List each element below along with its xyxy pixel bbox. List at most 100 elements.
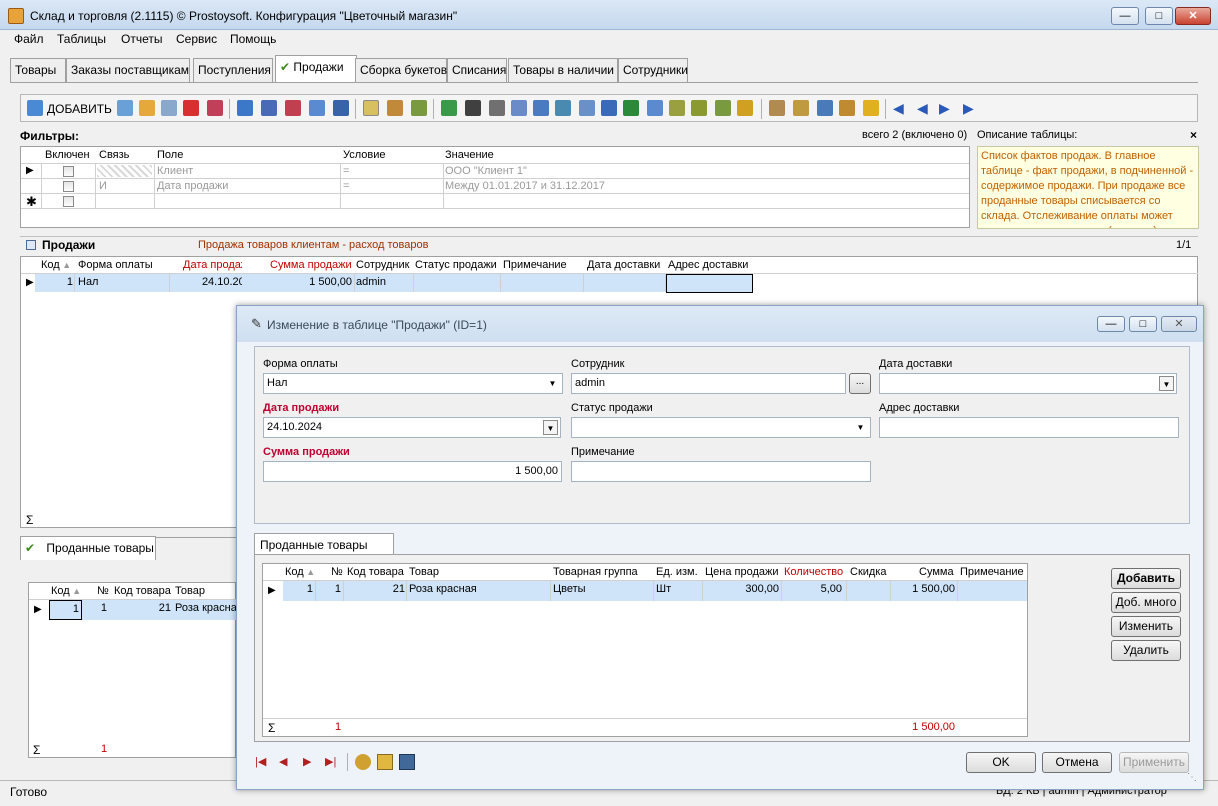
address-field[interactable] (879, 417, 1179, 438)
next-record-icon[interactable]: ▶ (939, 100, 955, 116)
tab-supplier-orders[interactable]: Заказы поставщикам (66, 58, 190, 82)
filter-icon[interactable] (237, 100, 253, 116)
close-icon[interactable]: × (1190, 128, 1197, 142)
chart-icon[interactable] (737, 100, 753, 116)
filter-condition[interactable]: = (343, 180, 349, 192)
tab-employees[interactable]: Сотрудники (618, 58, 688, 82)
table-icon[interactable] (817, 100, 833, 116)
sort-icon[interactable] (769, 100, 785, 116)
properties-icon[interactable] (377, 754, 393, 770)
export-xml-icon[interactable] (579, 100, 595, 116)
add-many-button[interactable]: Доб. много (1111, 592, 1181, 613)
menu-tables[interactable]: Таблицы (57, 32, 106, 46)
menu-help[interactable]: Помощь (230, 32, 276, 46)
filter-enabled-checkbox[interactable] (63, 166, 74, 177)
dialog-maximize-button[interactable]: □ (1129, 316, 1157, 332)
employee-field[interactable]: admin (571, 373, 846, 394)
dlg-price[interactable]: 300,00 (705, 583, 779, 595)
payment-select[interactable]: Нал ▼ (263, 373, 563, 394)
dlg-item[interactable]: Роза красная (409, 583, 477, 595)
tab-stock[interactable]: Товары в наличии (508, 58, 618, 82)
sales-sum[interactable]: 1 500,00 (258, 276, 352, 288)
edit-icon[interactable] (139, 100, 155, 116)
find-icon[interactable] (465, 100, 481, 116)
add-copy-icon[interactable] (117, 100, 133, 116)
tab-dialog-sold-goods[interactable]: Проданные товары (1/1) (254, 533, 394, 566)
goods-num[interactable]: 1 (91, 602, 107, 614)
close-button[interactable]: ✕ (1175, 7, 1211, 25)
add-row-button[interactable]: Добавить (1111, 568, 1181, 589)
group-icon[interactable] (387, 100, 403, 116)
xls-icon[interactable] (715, 100, 731, 116)
word-icon[interactable] (601, 100, 617, 116)
sql-icon[interactable] (411, 100, 427, 116)
tab-writeoffs[interactable]: Списания (447, 58, 507, 82)
prev-record-icon[interactable]: ◀ (917, 100, 933, 116)
tab-sold-goods[interactable]: ✔ Проданные товары (20, 536, 156, 560)
filter-delete-icon[interactable] (285, 100, 301, 116)
dbf-icon[interactable] (691, 100, 707, 116)
collapse-icon[interactable] (26, 240, 36, 250)
filter-clear-icon[interactable] (261, 100, 277, 116)
employee-lookup-button[interactable]: ... (849, 373, 871, 394)
note-field[interactable] (571, 461, 871, 482)
filter-toggle-icon[interactable] (363, 100, 379, 116)
apply-button[interactable]: Применить (1119, 752, 1189, 773)
columns-icon[interactable] (839, 100, 855, 116)
dialog-close-button[interactable]: ✕ (1161, 316, 1197, 332)
prev-record-icon[interactable]: ◀ (279, 755, 287, 768)
delivery-date-field[interactable]: ▼ (879, 373, 1177, 394)
first-record-icon[interactable]: ◀ (893, 100, 909, 116)
goods-code[interactable]: 1 (49, 600, 82, 620)
copy-icon[interactable] (161, 100, 177, 116)
tab-bouquets[interactable]: Сборка букетов (355, 58, 447, 82)
tab-sales[interactable]: ✔ Продажи (275, 55, 357, 82)
sales-code[interactable]: 1 (41, 276, 73, 288)
menu-file[interactable]: Файл (14, 32, 44, 46)
export-icon[interactable] (533, 100, 549, 116)
menu-service[interactable]: Сервис (176, 32, 217, 46)
dlg-unit[interactable]: Шт (656, 583, 671, 595)
filter-link[interactable]: И (99, 180, 107, 192)
lightning-icon[interactable] (863, 100, 879, 116)
calc-icon[interactable] (355, 754, 371, 770)
print-icon[interactable] (489, 100, 505, 116)
maximize-button[interactable]: □ (1145, 7, 1173, 25)
delivery-address-cell[interactable] (666, 274, 753, 293)
sales-employee[interactable]: admin (356, 276, 386, 288)
tab-receipts[interactable]: Поступления (193, 58, 273, 82)
filter-field[interactable]: Клиент (157, 165, 193, 177)
filter-enabled-checkbox[interactable] (63, 181, 74, 192)
sales-payment[interactable]: Нал (78, 276, 98, 288)
refresh-icon[interactable] (441, 100, 457, 116)
print-form-icon[interactable] (399, 754, 415, 770)
dialog-minimize-button[interactable]: — (1097, 316, 1125, 332)
excel-icon[interactable] (623, 100, 639, 116)
filter-add-icon[interactable] (309, 100, 325, 116)
next-record-icon[interactable]: ▶ (303, 755, 311, 768)
sale-date-field[interactable]: 24.10.2024 ▼ (263, 417, 561, 438)
report-icon[interactable] (793, 100, 809, 116)
first-record-icon[interactable]: |◀ (255, 755, 266, 768)
goods-item[interactable]: Роза красная (175, 602, 237, 614)
filter-value[interactable]: ООО "Клиент 1" (445, 165, 527, 177)
dlg-sum[interactable]: 1 500,00 (893, 583, 955, 595)
dlg-code[interactable]: 1 (283, 583, 313, 595)
edit-row-button[interactable]: Изменить (1111, 616, 1181, 637)
ok-button[interactable]: OK (966, 752, 1036, 773)
dlg-item-code[interactable]: 21 (347, 583, 405, 595)
filter-field[interactable]: Дата продажи (157, 180, 228, 192)
delete-row-button[interactable]: Удалить (1111, 640, 1181, 661)
sum-field[interactable]: 1 500,00 (263, 461, 562, 482)
import-icon[interactable] (647, 100, 663, 116)
cancel-button[interactable]: Отмена (1042, 752, 1112, 773)
goods-item-code[interactable]: 21 (113, 602, 171, 614)
last-record-icon[interactable]: ▶| (325, 755, 336, 768)
menu-reports[interactable]: Отчеты (121, 32, 162, 46)
status-select[interactable]: ▼ (571, 417, 871, 438)
delete-all-icon[interactable] (207, 100, 223, 116)
dlg-group[interactable]: Цветы (553, 583, 586, 595)
export-html-icon[interactable] (555, 100, 571, 116)
tab-goods[interactable]: Товары (10, 58, 66, 82)
filter-enabled-checkbox[interactable] (63, 196, 74, 207)
